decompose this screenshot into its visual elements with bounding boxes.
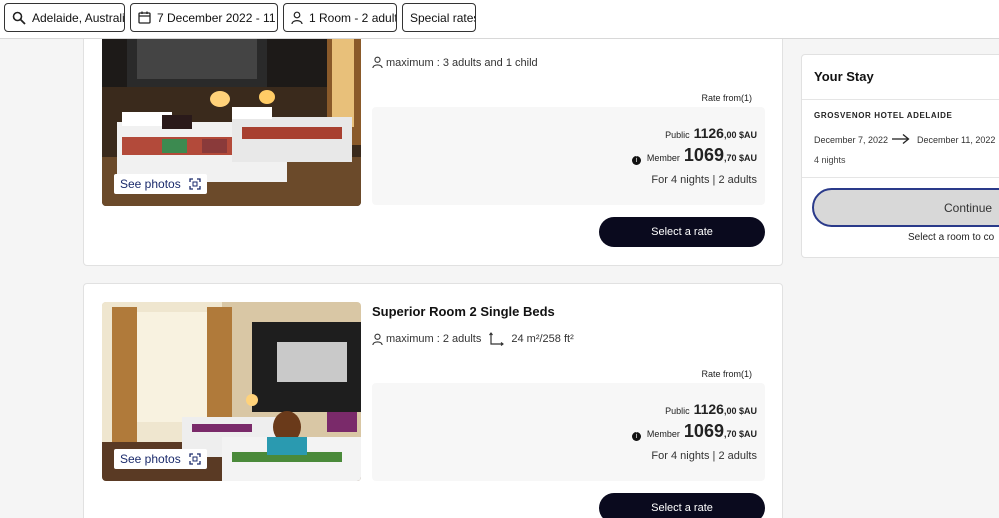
public-price: Public 1126 ,00 $AU <box>665 401 757 417</box>
calendar-icon <box>138 10 151 26</box>
hotel-name: GROSVENOR HOTEL ADELAIDE <box>814 111 953 120</box>
capacity-text: maximum : 2 adults <box>386 333 482 345</box>
info-icon[interactable]: i <box>631 432 641 441</box>
select-rate-button[interactable]: Select a rate <box>599 493 765 518</box>
check-out-date: December 11, 2022 <box>917 135 996 145</box>
public-price-dec: ,00 $AU <box>723 406 757 416</box>
member-label: Member <box>646 429 680 439</box>
person-icon <box>372 333 383 345</box>
search-bar: Adelaide, Australia 7 December 2022 - 11… <box>0 0 999 39</box>
divider <box>802 177 999 178</box>
member-price: i Member 1069 ,70 $AU <box>631 145 757 166</box>
location-chip[interactable]: Adelaide, Australia <box>4 3 125 32</box>
expand-icon <box>189 453 201 465</box>
dates-chip[interactable]: 7 December 2022 - 11 ... <box>130 3 278 32</box>
member-price-int: 1069 <box>683 145 724 165</box>
public-label: Public <box>665 406 690 416</box>
capacity-text: maximum : 3 adults and 1 child <box>386 56 538 69</box>
your-stay-panel: Your Stay GROSVENOR HOTEL ADELAIDE Decem… <box>801 54 999 258</box>
public-label: Public <box>665 130 690 140</box>
person-icon <box>291 10 303 26</box>
check-in-date: December 7, 2022 <box>814 135 889 145</box>
search-icon <box>12 10 26 26</box>
public-price-int: 1126 <box>693 125 724 141</box>
stay-title: Your Stay <box>814 69 874 84</box>
rate-box: Public 1126 ,00 $AU i Member 1069 ,70 $A… <box>372 383 765 481</box>
special-rates-chip[interactable]: Special rates <box>402 3 476 32</box>
public-price: Public 1126 ,00 $AU <box>665 125 757 141</box>
room-card: See photos maximum : 3 adults and 1 chil… <box>83 18 783 266</box>
info-icon[interactable]: i <box>631 156 641 165</box>
member-label: Member <box>646 153 680 163</box>
select-room-note: Select a room to co <box>908 232 995 243</box>
member-price-dec: ,70 $AU <box>723 153 757 163</box>
guests-text: 1 Room - 2 adults <box>309 10 397 25</box>
rate-from-label: Rate from(1) <box>701 93 752 103</box>
guests-chip[interactable]: 1 Room - 2 adults <box>283 3 397 32</box>
member-price-int: 1069 <box>683 421 724 441</box>
see-photos-label: See photos <box>120 452 181 466</box>
special-rates-text: Special rates <box>410 10 476 25</box>
see-photos-button[interactable]: See photos <box>114 449 207 469</box>
person-icon <box>372 56 383 69</box>
room-size-icon <box>489 332 505 346</box>
see-photos-label: See photos <box>120 177 181 191</box>
room-size-text: 24 m²/258 ft² <box>511 333 574 345</box>
room-photo[interactable]: See photos <box>102 302 361 481</box>
expand-icon <box>189 178 201 190</box>
rate-box: Public 1126 ,00 $AU i Member 1069 ,70 $A… <box>372 107 765 205</box>
arrow-right-icon <box>892 133 910 145</box>
room-card: See photos Superior Room 2 Single Beds m… <box>83 283 783 518</box>
member-price-dec: ,70 $AU <box>723 429 757 439</box>
room-photo[interactable]: See photos <box>102 27 361 206</box>
room-title[interactable]: Superior Room 2 Single Beds <box>372 304 555 319</box>
continue-label: Continue <box>944 200 993 215</box>
public-price-dec: ,00 $AU <box>723 130 757 140</box>
rate-from-label: Rate from(1) <box>701 369 752 379</box>
nights-info: For 4 nights | 2 adults <box>651 174 757 186</box>
see-photos-button[interactable]: See photos <box>114 174 207 194</box>
nights-info: For 4 nights | 2 adults <box>651 450 757 462</box>
room-capacity: maximum : 3 adults and 1 child <box>372 56 538 69</box>
continue-button[interactable]: Continue <box>812 188 999 227</box>
divider <box>802 99 999 100</box>
dates-text: 7 December 2022 - 11 ... <box>157 10 278 25</box>
room-capacity: maximum : 2 adults 24 m²/258 ft² <box>372 332 574 346</box>
member-price: i Member 1069 ,70 $AU <box>631 421 757 442</box>
nights-count: 4 nights <box>814 155 846 165</box>
location-text: Adelaide, Australia <box>32 10 125 25</box>
select-rate-button[interactable]: Select a rate <box>599 217 765 247</box>
public-price-int: 1126 <box>693 401 724 417</box>
